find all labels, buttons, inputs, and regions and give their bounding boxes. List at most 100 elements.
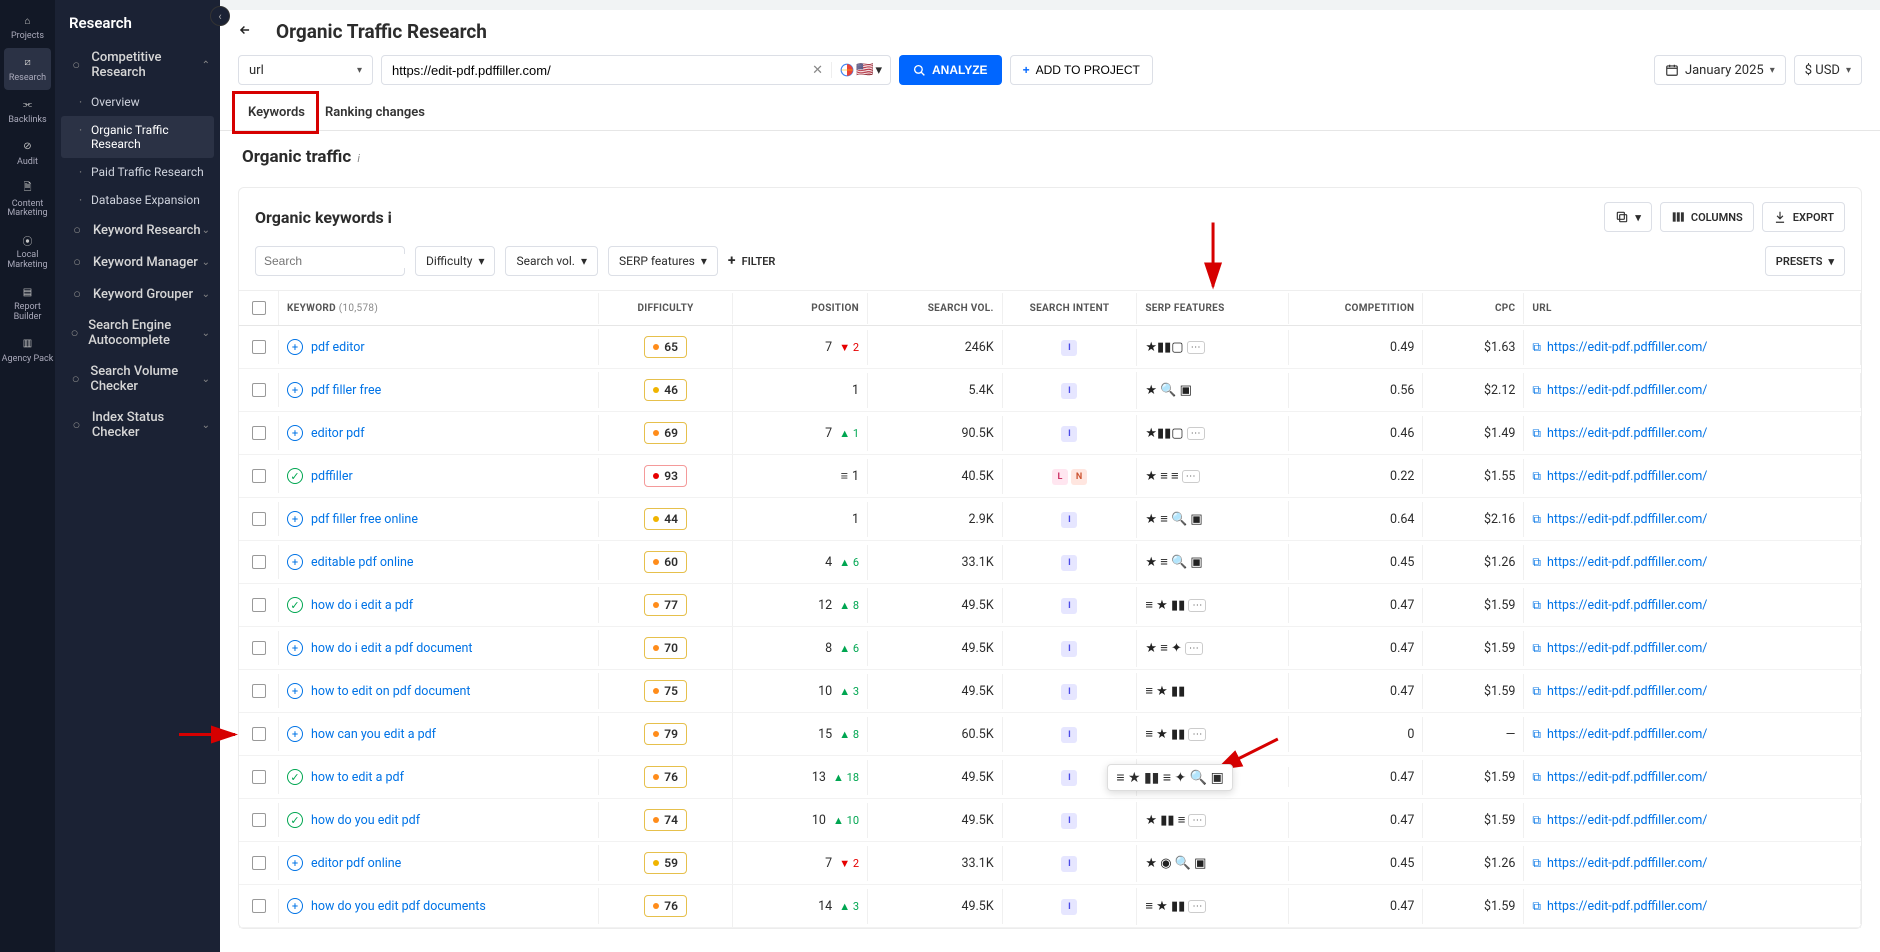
row-checkbox[interactable] bbox=[252, 469, 266, 483]
clear-icon[interactable]: ✕ bbox=[804, 63, 831, 78]
sidebar-item-database-expansion[interactable]: Database Expansion bbox=[55, 186, 220, 214]
url-cell[interactable]: ⧉https://edit-pdf.pdffiller.com/ bbox=[1524, 889, 1861, 924]
back-button[interactable] bbox=[238, 21, 262, 42]
keyword-link[interactable]: pdffiller bbox=[311, 469, 353, 484]
add-keyword-icon[interactable]: + bbox=[287, 855, 303, 871]
info-icon[interactable]: i bbox=[388, 208, 392, 227]
serp-more[interactable]: ⋯ bbox=[1188, 814, 1206, 827]
add-keyword-icon[interactable]: + bbox=[287, 683, 303, 699]
url-cell[interactable]: ⧉https://edit-pdf.pdffiller.com/ bbox=[1524, 846, 1861, 881]
serp-more[interactable]: ⋯ bbox=[1187, 427, 1205, 440]
row-checkbox[interactable] bbox=[252, 512, 266, 526]
date-select[interactable]: January 2025 ▾ bbox=[1654, 55, 1786, 85]
volume-filter[interactable]: Search vol.▾ bbox=[505, 246, 598, 276]
keyword-link[interactable]: how can you edit a pdf bbox=[311, 727, 436, 742]
rail-item-content-marketing[interactable]: 🗎Content Marketing bbox=[0, 174, 55, 226]
rail-item-projects[interactable]: ⌂Projects bbox=[0, 6, 55, 48]
url-cell[interactable]: ⧉https://edit-pdf.pdffiller.com/ bbox=[1524, 502, 1861, 537]
url-cell[interactable]: ⧉https://edit-pdf.pdffiller.com/ bbox=[1524, 330, 1861, 365]
sidebar-item-paid-traffic-research[interactable]: Paid Traffic Research bbox=[55, 158, 220, 186]
row-checkbox[interactable] bbox=[252, 598, 266, 612]
add-keyword-icon[interactable]: ✓ bbox=[287, 769, 303, 785]
sidebar-collapse-button[interactable]: ‹ bbox=[210, 6, 230, 26]
add-keyword-icon[interactable]: + bbox=[287, 554, 303, 570]
keyword-search[interactable] bbox=[255, 246, 405, 276]
url-cell[interactable]: ⧉https://edit-pdf.pdffiller.com/ bbox=[1524, 545, 1861, 580]
sidebar-group-keyword-manager[interactable]: ○Keyword Manager⌄ bbox=[55, 246, 220, 278]
sidebar-group-search-volume-checker[interactable]: ○Search Volume Checker⌄ bbox=[55, 356, 220, 402]
row-checkbox[interactable] bbox=[252, 383, 266, 397]
url-cell[interactable]: ⧉https://edit-pdf.pdffiller.com/ bbox=[1524, 674, 1861, 709]
url-input[interactable] bbox=[382, 63, 804, 78]
serp-more[interactable]: ⋯ bbox=[1188, 900, 1206, 913]
columns-button[interactable]: COLUMNS bbox=[1660, 202, 1754, 232]
add-keyword-icon[interactable]: ✓ bbox=[287, 597, 303, 613]
sidebar-group-search-engine-autocomplete[interactable]: ○Search Engine Autocomplete⌄ bbox=[55, 310, 220, 356]
keyword-search-input[interactable] bbox=[264, 254, 419, 268]
row-checkbox[interactable] bbox=[252, 340, 266, 354]
keyword-link[interactable]: editor pdf bbox=[311, 426, 365, 441]
sidebar-item-organic-traffic-research[interactable]: Organic Traffic Research bbox=[61, 116, 214, 158]
keyword-link[interactable]: how do you edit pdf documents bbox=[311, 899, 486, 914]
row-checkbox[interactable] bbox=[252, 641, 266, 655]
add-keyword-icon[interactable]: + bbox=[287, 382, 303, 398]
info-icon[interactable]: i bbox=[357, 152, 360, 165]
row-checkbox[interactable] bbox=[252, 727, 266, 741]
row-checkbox[interactable] bbox=[252, 555, 266, 569]
keyword-link[interactable]: pdf filler free online bbox=[311, 512, 418, 527]
search-engine-select[interactable]: 🇺🇸 ▾ bbox=[831, 62, 890, 78]
row-checkbox[interactable] bbox=[252, 856, 266, 870]
serp-more[interactable]: ⋯ bbox=[1188, 728, 1206, 741]
tab-keywords[interactable]: Keywords bbox=[238, 97, 315, 130]
rail-item-agency-pack[interactable]: ▥Agency Pack bbox=[0, 329, 55, 371]
url-cell[interactable]: ⧉https://edit-pdf.pdffiller.com/ bbox=[1524, 631, 1861, 666]
row-checkbox[interactable] bbox=[252, 899, 266, 913]
row-checkbox[interactable] bbox=[252, 426, 266, 440]
add-to-project-button[interactable]: + ADD TO PROJECT bbox=[1010, 55, 1153, 85]
url-cell[interactable]: ⧉https://edit-pdf.pdffiller.com/ bbox=[1524, 373, 1861, 408]
serp-filter[interactable]: SERP features▾ bbox=[608, 246, 718, 276]
rail-item-local-marketing[interactable]: ⦿Local Marketing bbox=[0, 225, 55, 277]
copy-button[interactable]: ▾ bbox=[1604, 202, 1652, 232]
add-keyword-icon[interactable]: + bbox=[287, 640, 303, 656]
add-keyword-icon[interactable]: ✓ bbox=[287, 812, 303, 828]
keyword-link[interactable]: pdf filler free bbox=[311, 383, 381, 398]
sidebar-group-keyword-grouper[interactable]: ○Keyword Grouper⌄ bbox=[55, 278, 220, 310]
rail-item-research[interactable]: ⧄Research bbox=[4, 48, 51, 90]
row-checkbox[interactable] bbox=[252, 684, 266, 698]
url-cell[interactable]: ⧉https://edit-pdf.pdffiller.com/ bbox=[1524, 459, 1861, 494]
keyword-link[interactable]: editor pdf online bbox=[311, 856, 401, 871]
rail-item-audit[interactable]: ⊘Audit bbox=[0, 132, 55, 174]
add-keyword-icon[interactable]: + bbox=[287, 726, 303, 742]
export-button[interactable]: EXPORT bbox=[1762, 202, 1845, 232]
keyword-link[interactable]: how do i edit a pdf bbox=[311, 598, 413, 613]
rail-item-backlinks[interactable]: ⫘Backlinks bbox=[0, 90, 55, 132]
add-keyword-icon[interactable]: + bbox=[287, 339, 303, 355]
serp-more[interactable]: ⋯ bbox=[1187, 341, 1205, 354]
sidebar-item-overview[interactable]: Overview bbox=[55, 88, 220, 116]
add-keyword-icon[interactable]: + bbox=[287, 511, 303, 527]
serp-more[interactable]: ⋯ bbox=[1188, 599, 1206, 612]
row-checkbox[interactable] bbox=[252, 813, 266, 827]
url-cell[interactable]: ⧉https://edit-pdf.pdffiller.com/ bbox=[1524, 803, 1861, 838]
sidebar-group-keyword-research[interactable]: ○Keyword Research⌄ bbox=[55, 214, 220, 246]
keyword-link[interactable]: pdf editor bbox=[311, 340, 365, 355]
keyword-link[interactable]: how to edit on pdf document bbox=[311, 684, 470, 699]
row-checkbox[interactable] bbox=[252, 770, 266, 784]
tab-ranking-changes[interactable]: Ranking changes bbox=[315, 97, 435, 130]
add-keyword-icon[interactable]: + bbox=[287, 425, 303, 441]
keyword-link[interactable]: how do you edit pdf bbox=[311, 813, 420, 828]
url-cell[interactable]: ⧉https://edit-pdf.pdffiller.com/ bbox=[1524, 588, 1861, 623]
select-all-checkbox[interactable] bbox=[252, 301, 266, 315]
sidebar-group-competitive-research[interactable]: ○Competitive Research⌃ bbox=[55, 42, 220, 88]
url-cell[interactable]: ⧉https://edit-pdf.pdffiller.com/ bbox=[1524, 717, 1861, 752]
keyword-link[interactable]: how do i edit a pdf document bbox=[311, 641, 472, 656]
rail-item-report-builder[interactable]: ▤Report Builder bbox=[0, 277, 55, 329]
difficulty-filter[interactable]: Difficulty▾ bbox=[415, 246, 495, 276]
keyword-link[interactable]: editable pdf online bbox=[311, 555, 414, 570]
add-keyword-icon[interactable]: + bbox=[287, 898, 303, 914]
presets-button[interactable]: PRESETS▾ bbox=[1765, 246, 1845, 276]
sidebar-group-index-status-checker[interactable]: ○Index Status Checker⌄ bbox=[55, 402, 220, 448]
analyze-button[interactable]: ANALYZE bbox=[899, 55, 1002, 85]
url-cell[interactable]: ⧉https://edit-pdf.pdffiller.com/ bbox=[1524, 416, 1861, 451]
